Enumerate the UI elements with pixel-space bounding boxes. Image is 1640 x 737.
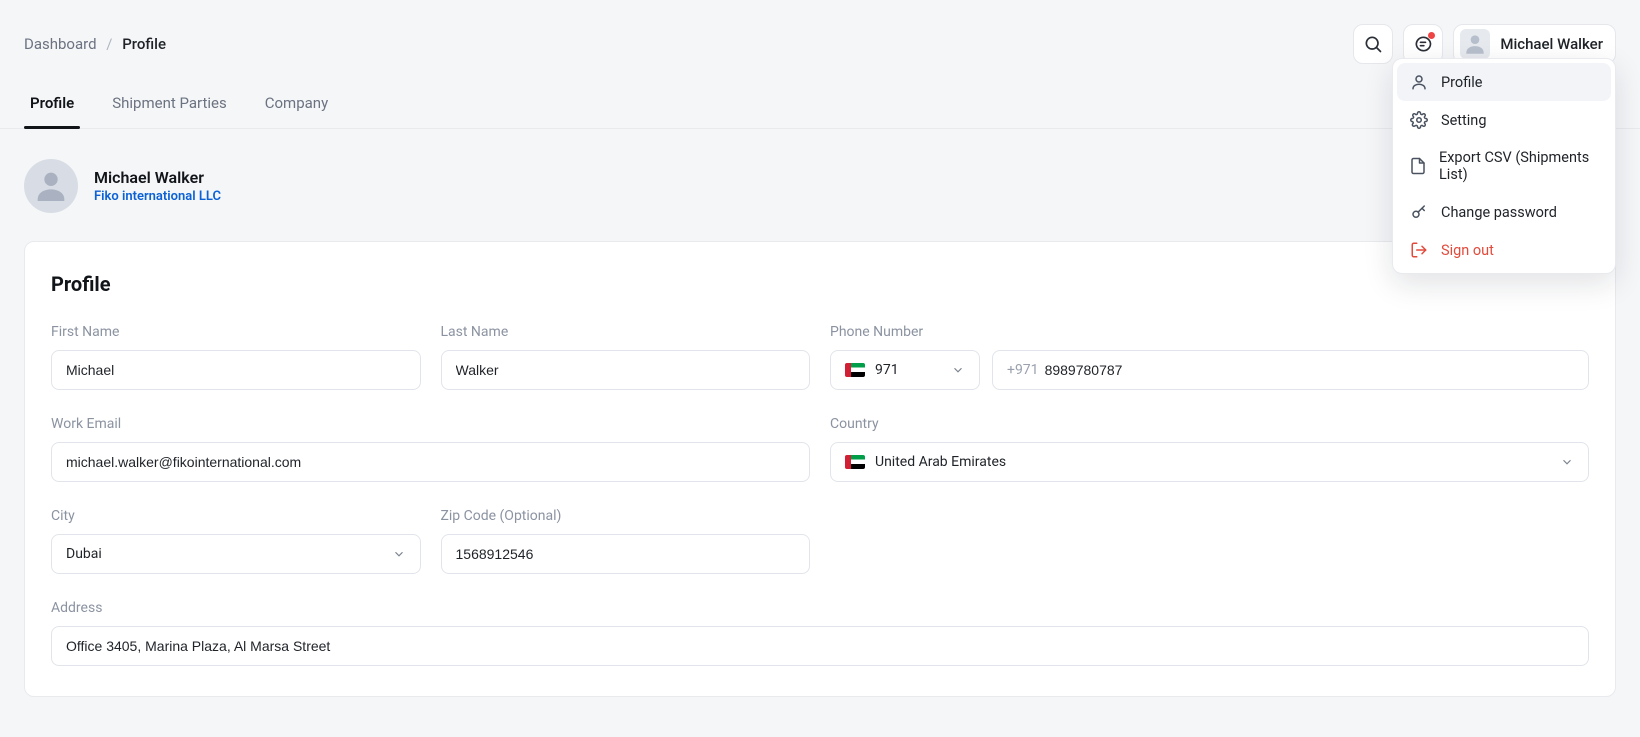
work-email-input[interactable]: [66, 443, 795, 481]
user-menu-item-label: Profile: [1441, 74, 1482, 91]
tab-shipment-parties[interactable]: Shipment Parties: [106, 94, 233, 128]
city-value: Dubai: [66, 546, 102, 562]
zip-field: Zip Code (Optional): [441, 508, 811, 574]
tab-company[interactable]: Company: [259, 94, 334, 128]
work-email-field: Work Email: [51, 416, 810, 482]
first-name-input[interactable]: [66, 351, 406, 389]
zip-input[interactable]: [456, 535, 796, 573]
city-label: City: [51, 508, 421, 524]
breadcrumb-separator: /: [100, 35, 118, 53]
user-menu-setting[interactable]: Setting: [1397, 101, 1611, 139]
first-name-field: First Name: [51, 324, 421, 390]
profile-card: Profile First Name Last Name Phone Numbe…: [24, 241, 1616, 697]
address-label: Address: [51, 600, 1589, 616]
user-menu-item-label: Export CSV (Shipments List): [1439, 149, 1599, 183]
phone-country-code: 971: [875, 362, 899, 378]
avatar: [24, 159, 78, 213]
search-icon: [1363, 34, 1383, 54]
country-select[interactable]: United Arab Emirates: [830, 442, 1589, 482]
notification-dot-icon: [1428, 32, 1435, 39]
last-name-field: Last Name: [441, 324, 811, 390]
user-menu-profile[interactable]: Profile: [1397, 63, 1611, 101]
last-name-input[interactable]: [456, 351, 796, 389]
user-menu: Profile Setting Export CSV (Shipments Li…: [1392, 58, 1616, 274]
profile-company: Fiko international LLC: [94, 189, 221, 204]
user-menu-sign-out[interactable]: Sign out: [1397, 231, 1611, 269]
city-select[interactable]: Dubai: [51, 534, 421, 574]
phone-input[interactable]: [1045, 351, 1574, 389]
user-menu-item-label: Change password: [1441, 204, 1557, 221]
phone-prefix: +971: [1007, 362, 1039, 378]
chevron-down-icon: [1560, 455, 1574, 469]
breadcrumb: Dashboard / Profile: [24, 35, 166, 53]
first-name-label: First Name: [51, 324, 421, 340]
user-menu-change-password[interactable]: Change password: [1397, 193, 1611, 231]
address-input[interactable]: [66, 627, 1574, 665]
address-field: Address: [51, 600, 1589, 666]
city-field: City Dubai: [51, 508, 421, 574]
work-email-label: Work Email: [51, 416, 810, 432]
profile-name: Michael Walker: [94, 168, 221, 187]
uae-flag-icon: [845, 363, 865, 377]
user-menu-export-csv[interactable]: Export CSV (Shipments List): [1397, 139, 1611, 193]
zip-label: Zip Code (Optional): [441, 508, 811, 524]
gear-icon: [1409, 111, 1429, 129]
breadcrumb-current: Profile: [122, 35, 166, 53]
breadcrumb-root[interactable]: Dashboard: [24, 35, 97, 53]
avatar: [1460, 29, 1490, 59]
key-icon: [1409, 203, 1429, 221]
tab-profile[interactable]: Profile: [24, 94, 80, 128]
country-value: United Arab Emirates: [875, 454, 1006, 470]
phone-field: Phone Number 971 +971: [830, 324, 1589, 390]
user-name: Michael Walker: [1500, 35, 1603, 53]
phone-label: Phone Number: [830, 324, 1589, 340]
phone-country-select[interactable]: 971: [830, 350, 980, 390]
file-csv-icon: [1409, 157, 1427, 175]
user-icon: [1409, 73, 1429, 91]
user-menu-item-label: Sign out: [1441, 242, 1494, 259]
last-name-label: Last Name: [441, 324, 811, 340]
uae-flag-icon: [845, 455, 865, 469]
profile-card-title: Profile: [51, 272, 1589, 296]
search-button[interactable]: [1353, 24, 1393, 64]
sign-out-icon: [1409, 241, 1429, 259]
country-field: Country United Arab Emirates: [830, 416, 1589, 482]
profile-identity: Michael Walker Fiko international LLC: [24, 159, 221, 213]
chevron-down-icon: [951, 363, 965, 377]
chevron-down-icon: [392, 547, 406, 561]
user-menu-item-label: Setting: [1441, 112, 1486, 129]
country-label: Country: [830, 416, 1589, 432]
